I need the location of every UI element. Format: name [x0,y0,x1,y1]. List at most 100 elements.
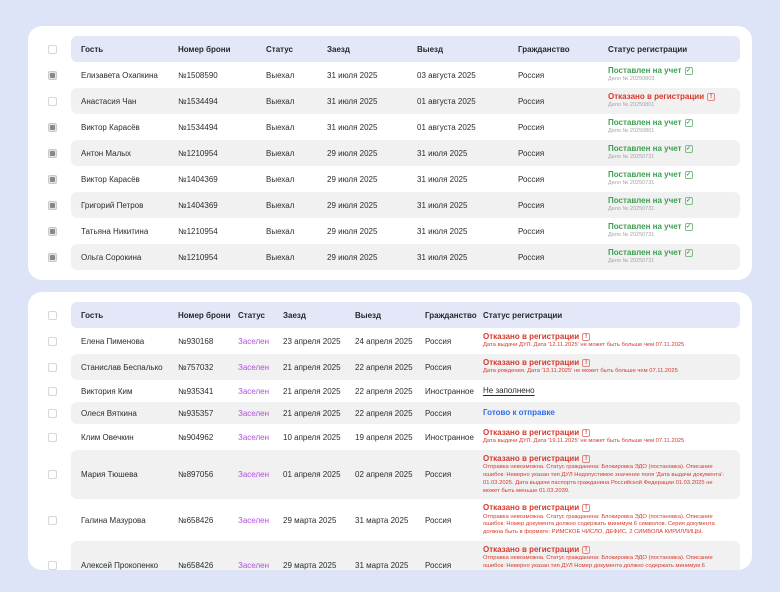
guest-link[interactable]: Станислав Беспалько [81,363,178,372]
table-row: Елизавета Охапкина №1508590 Выехал 31 ию… [38,62,740,88]
checkout-date: 24 апреля 2025 [355,337,425,346]
registration-status-label: Отказано в регистрации [483,428,579,437]
guest-link[interactable]: Елизавета Охапкина [81,71,178,80]
table-header-row: ГостьНомер брониСтатусЗаездВыездГражданс… [38,36,740,62]
column-header: Статус [238,311,283,320]
row-checkbox[interactable] [48,175,57,184]
stay-status: Выехал [266,71,327,80]
booking-number-link[interactable]: №658426 [178,516,238,525]
row-checkbox[interactable] [48,561,57,570]
registration-status-note: Дело № 20250731 [608,206,728,213]
warning-icon[interactable]: ! [582,546,590,554]
booking-number-link[interactable]: №930168 [178,337,238,346]
guest-link[interactable]: Виктория Ким [81,387,178,396]
citizenship: Россия [518,71,608,80]
row-checkbox[interactable] [48,123,57,132]
row-checkbox[interactable] [48,387,57,396]
row-checkbox[interactable] [48,337,57,346]
registration-status-label: Отказано в регистрации [483,358,579,367]
column-header: Статус [266,45,327,54]
registration-status-note: Дело № 20250731 [608,154,728,161]
guest-link[interactable]: Клим Овечкин [81,433,178,442]
table-row: Антон Малых №1210954 Выехал 29 июля 2025… [38,140,740,166]
row-checkbox[interactable] [48,363,57,372]
booking-number-link[interactable]: №658426 [178,561,238,570]
select-all-checkbox[interactable] [48,45,57,54]
booking-number-link[interactable]: №757032 [178,363,238,372]
guest-link[interactable]: Галина Мазурова [81,516,178,525]
warning-icon[interactable]: ! [582,455,590,463]
row-checkbox[interactable] [48,201,57,210]
stay-status: Выехал [266,175,327,184]
check-icon: ✓ [685,171,693,179]
booking-number-link[interactable]: №1210954 [178,149,266,158]
table-row: Клим Овечкин №904962 Заселен 10 апреля 2… [38,424,740,450]
column-header: Выезд [355,311,425,320]
registration-status-note: Дата рождения. Дата '13.11.2025' не може… [483,368,728,376]
booking-number-link[interactable]: №1210954 [178,253,266,262]
guest-link[interactable]: Татьяна Никитина [81,227,178,236]
guest-link[interactable]: Виктор Карасёв [81,175,178,184]
registration-status: Отказано в регистрации ! Отправка невозм… [483,503,732,537]
guest-link[interactable]: Виктор Карасёв [81,123,178,132]
checked-in-guests-table: ГостьНомер брониСтатусЗаездВыездГражданс… [28,292,752,570]
registration-status-note: Отправка невозможна. Статус гражданина: … [483,514,728,537]
row-checkbox[interactable] [48,433,57,442]
table-row: Виктория Ким №935341 Заселен 21 апреля 2… [38,380,740,402]
warning-icon[interactable]: ! [582,504,590,512]
booking-number-link[interactable]: №1508590 [178,71,266,80]
row-checkbox[interactable] [48,227,57,236]
booking-number-link[interactable]: №935357 [178,409,238,418]
booking-number-link[interactable]: №1534494 [178,97,266,106]
check-icon: ✓ [685,197,693,205]
citizenship: Россия [518,175,608,184]
check-icon: ✓ [685,119,693,127]
booking-number-link[interactable]: №897056 [178,470,238,479]
table-row: Виктор Карасёв №1404369 Выехал 29 июля 2… [38,166,740,192]
booking-number-link[interactable]: №1404369 [178,175,266,184]
citizenship: Россия [518,123,608,132]
checkin-date: 29 июля 2025 [327,149,417,158]
row-checkbox[interactable] [48,470,57,479]
booking-number-link[interactable]: №1534494 [178,123,266,132]
stay-status: Выехал [266,97,327,106]
row-checkbox[interactable] [48,149,57,158]
warning-icon[interactable]: ! [582,333,590,341]
guest-link[interactable]: Мария Тюшева [81,470,178,479]
guest-link[interactable]: Анастасия Чан [81,97,178,106]
registration-status-label: Поставлен на учет [608,222,682,231]
checkin-date: 31 июля 2025 [327,71,417,80]
row-checkbox[interactable] [48,71,57,80]
booking-number-link[interactable]: №935341 [178,387,238,396]
registration-status-note: Отправка невозможна. Статус гражданина: … [483,464,728,495]
stay-status: Заселен [238,433,283,442]
registration-status-label: Поставлен на учет [608,66,682,75]
guest-link[interactable]: Елена Пименова [81,337,178,346]
checkin-date: 10 апреля 2025 [283,433,355,442]
booking-number-link[interactable]: №1404369 [178,201,266,210]
row-checkbox[interactable] [48,516,57,525]
booking-number-link[interactable]: №1210954 [178,227,266,236]
warning-icon[interactable]: ! [582,429,590,437]
stay-status: Выехал [266,149,327,158]
guest-link[interactable]: Григорий Петров [81,201,178,210]
row-checkbox[interactable] [48,253,57,262]
guest-link[interactable]: Ольга Сорокина [81,253,178,262]
column-header: Номер брони [178,311,238,320]
guest-link[interactable]: Олеся Вяткина [81,409,178,418]
checkout-date: 02 апреля 2025 [355,470,425,479]
registration-status-label: Отказано в регистрации [483,503,579,512]
checkin-date: 29 июля 2025 [327,175,417,184]
stay-status: Выехал [266,201,327,210]
row-checkbox[interactable] [48,409,57,418]
registration-status-label[interactable]: Не заполнено [483,386,535,395]
table-row: Григорий Петров №1404369 Выехал 29 июля … [38,192,740,218]
warning-icon[interactable]: ! [707,93,715,101]
select-all-checkbox[interactable] [48,311,57,320]
registration-status-label: Отказано в регистрации [608,92,704,101]
guest-link[interactable]: Антон Малых [81,149,178,158]
guest-link[interactable]: Алексей Прокопенко [81,561,178,570]
booking-number-link[interactable]: №904962 [178,433,238,442]
row-checkbox[interactable] [48,97,57,106]
warning-icon[interactable]: ! [582,359,590,367]
